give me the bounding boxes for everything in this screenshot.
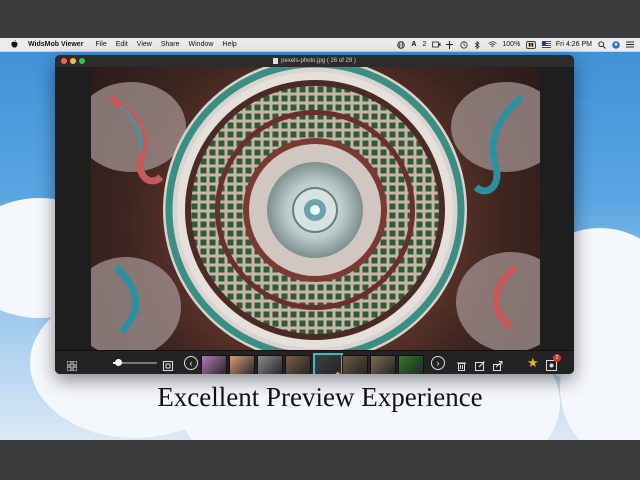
wifi-icon[interactable] — [488, 41, 498, 48]
viewer-window: pexels-photo.jpg ( 26 of 29 ) ‹ › ★ 2 — [55, 55, 574, 374]
mandala-ceiling-image — [91, 67, 540, 350]
thumbnail[interactable] — [370, 355, 396, 374]
menubar: WidsMob Viewer File Edit View Share Wind… — [0, 38, 640, 52]
menu-file[interactable]: File — [95, 41, 106, 48]
document-icon — [273, 58, 279, 64]
flag-icon[interactable] — [541, 41, 551, 48]
top-letterbox — [0, 0, 640, 38]
search-icon[interactable] — [598, 41, 606, 49]
titlebar[interactable]: pexels-photo.jpg ( 26 of 29 ) — [55, 55, 574, 67]
zoom-slider-knob[interactable] — [114, 359, 122, 366]
window-title: pexels-photo.jpg ( 26 of 29 ) — [281, 58, 356, 64]
edit-icon[interactable] — [475, 358, 485, 374]
globe-icon[interactable] — [397, 41, 406, 49]
previous-button[interactable]: ‹ — [184, 356, 198, 370]
thumbnail-star-icon: ★ — [335, 370, 341, 374]
adobe-icon[interactable]: A — [411, 41, 416, 48]
menubar-badge: 2 — [422, 41, 427, 48]
share-icon[interactable] — [493, 358, 503, 374]
menu-edit[interactable]: Edit — [116, 41, 128, 48]
thumbnail-selected[interactable]: ★ — [313, 353, 343, 374]
clock[interactable]: Fri 4:26 PM — [556, 41, 592, 48]
thumbnail[interactable] — [257, 355, 283, 374]
menu-share[interactable]: Share — [161, 41, 180, 48]
favorite-star-icon[interactable]: ★ — [527, 356, 539, 369]
trash-icon[interactable] — [457, 358, 466, 374]
notification-center-icon[interactable] — [626, 41, 634, 48]
menu-window[interactable]: Window — [189, 41, 214, 48]
camera-icon[interactable] — [432, 41, 441, 48]
close-window-button[interactable] — [61, 58, 67, 64]
grid-view-icon[interactable] — [66, 358, 78, 374]
thumbnail[interactable] — [229, 355, 255, 374]
thumbnail[interactable] — [201, 355, 227, 374]
battery-percent: 100% — [502, 41, 521, 48]
user-avatar-icon[interactable] — [612, 41, 620, 49]
next-button[interactable]: › — [431, 356, 445, 370]
bottom-letterbox — [0, 440, 640, 480]
minimize-window-button[interactable] — [70, 58, 76, 64]
thumbnail[interactable] — [285, 355, 311, 374]
notification-badge: 2 — [553, 354, 561, 362]
photo-preview[interactable] — [91, 67, 540, 350]
app-menu[interactable]: WidsMob Viewer — [28, 41, 83, 48]
promo-caption: Excellent Preview Experience — [157, 382, 483, 412]
zoom-window-button[interactable] — [79, 58, 85, 64]
thumbnail[interactable] — [342, 355, 368, 374]
menu-help[interactable]: Help — [222, 41, 236, 48]
menu-view[interactable]: View — [137, 41, 152, 48]
fit-screen-icon[interactable] — [163, 358, 173, 374]
bluetooth-icon[interactable] — [474, 40, 482, 50]
thumbnail[interactable] — [398, 355, 424, 374]
status-area: A 2 100% ▮▮ Fri 4:26 PM — [397, 38, 634, 51]
battery-icon[interactable]: ▮▮ — [526, 40, 536, 49]
zoom-slider[interactable] — [113, 359, 157, 366]
apple-menu-icon[interactable] — [10, 39, 18, 50]
bottom-toolbar: ‹ ★ › ★ 2 — [55, 350, 574, 374]
time-machine-icon[interactable] — [460, 41, 468, 49]
desktop: WidsMob Viewer File Edit View Share Wind… — [0, 38, 640, 440]
pin-icon[interactable] — [446, 41, 454, 49]
